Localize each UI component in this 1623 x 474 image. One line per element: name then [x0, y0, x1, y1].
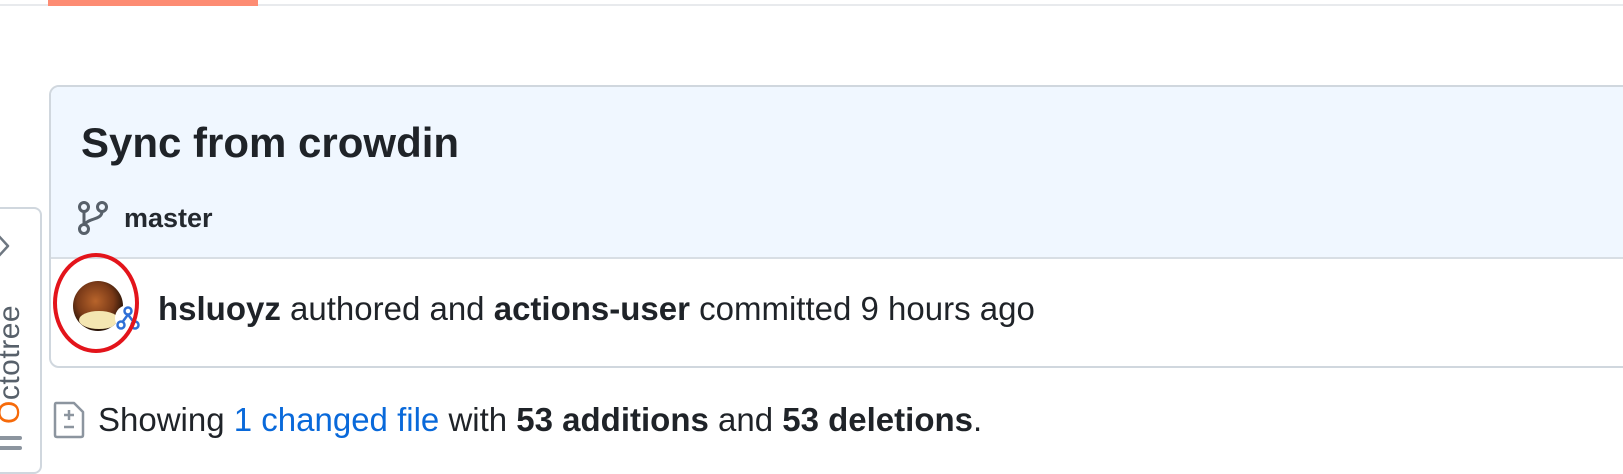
- branch-name[interactable]: master: [124, 203, 213, 234]
- commit-box: Sync from crowdin master hsluoyz authore: [49, 85, 1623, 368]
- active-tab-indicator: [48, 0, 258, 6]
- commit-time[interactable]: 9 hours ago: [861, 290, 1035, 327]
- commit-title: Sync from crowdin: [81, 119, 460, 166]
- authored-text: authored and: [290, 290, 485, 327]
- commit-header: Sync from crowdin master: [51, 87, 1623, 259]
- commit-meta: hsluoyz authored and actions-user commit…: [51, 253, 1623, 366]
- additions-count: 53 additions: [516, 401, 709, 438]
- committed-text: committed: [699, 290, 852, 327]
- changed-files-link[interactable]: 1 changed file: [234, 401, 440, 438]
- commit-authorship: hsluoyz authored and actions-user commit…: [158, 290, 1035, 328]
- git-branch-icon: [78, 201, 108, 235]
- period-text: .: [972, 401, 983, 438]
- and-text: and: [718, 401, 774, 438]
- showing-text: Showing: [98, 401, 225, 438]
- branch-row: master: [77, 200, 213, 236]
- with-text: with: [448, 401, 508, 438]
- summary-text: Showing 1 changed file with 53 additions…: [98, 401, 982, 439]
- octotree-label[interactable]: Octotree: [0, 248, 26, 424]
- file-diff-icon: [53, 401, 85, 439]
- deletions-count: 53 deletions: [782, 401, 973, 438]
- diff-summary: Showing 1 changed file with 53 additions…: [52, 400, 982, 440]
- committer-link[interactable]: actions-user: [494, 290, 690, 327]
- highlight-annotation: [53, 253, 139, 353]
- author-link[interactable]: hsluoyz: [158, 290, 281, 327]
- octotree-label-rest: ctotree: [0, 304, 26, 401]
- drag-handle-icon[interactable]: [0, 436, 22, 454]
- octotree-label-o: O: [0, 400, 26, 424]
